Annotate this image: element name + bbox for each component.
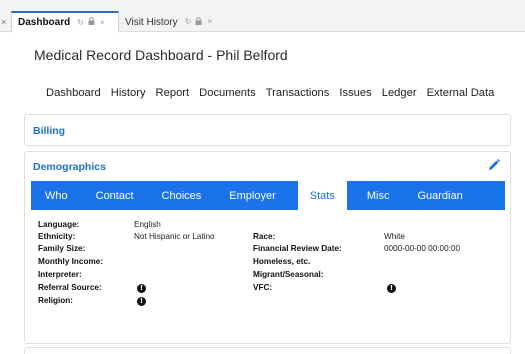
tab-dashboard[interactable]: Dashboard ↻ × [11, 11, 119, 33]
subtab-employer[interactable]: Employer [223, 181, 281, 210]
pencil-icon[interactable] [487, 158, 501, 172]
billing-card: Billing [24, 114, 511, 146]
subtab-misc[interactable]: Misc [361, 181, 396, 210]
subtab-stats[interactable]: Stats [297, 181, 347, 210]
demographics-card: Demographics Who Contact Choices Employe… [24, 151, 511, 344]
field-label-family-size: Family Size: [38, 244, 86, 253]
field-value-language: English [134, 220, 161, 229]
menu-issues[interactable]: Issues [339, 87, 371, 99]
info-icon[interactable]: ! [137, 284, 146, 293]
refresh-icon[interactable]: ↻ [77, 18, 84, 28]
page-title: Medical Record Dashboard - Phil Belford [34, 47, 288, 63]
lock-icon[interactable] [88, 17, 95, 28]
close-icon[interactable]: × [207, 17, 212, 27]
subtab-contact[interactable]: Contact [90, 181, 140, 210]
field-label-referral-source: Referral Source: [38, 283, 102, 292]
info-icon[interactable]: ! [137, 297, 146, 306]
demographics-subnav: Who Contact Choices Employer Stats Misc … [31, 181, 505, 210]
field-label-financial-review-date: Financial Review Date: [253, 244, 342, 253]
tab-strip: × Dashboard ↻ × Visit History ↻ × [0, 0, 525, 33]
record-menu: Dashboard History Report Documents Trans… [46, 87, 494, 99]
close-icon[interactable]: × [1, 17, 6, 27]
field-label-monthly-income: Monthly Income: [38, 257, 104, 266]
field-label-ethnicity: Ethnicity: [38, 232, 76, 241]
next-card [24, 347, 511, 354]
field-label-vfc: VFC: [253, 283, 273, 292]
subtab-guardian[interactable]: Guardian [411, 181, 468, 210]
close-icon[interactable]: × [100, 18, 105, 28]
tab-visit-history[interactable]: Visit History ↻ × [119, 11, 223, 33]
subtab-choices[interactable]: Choices [156, 181, 208, 210]
menu-transactions[interactable]: Transactions [266, 87, 330, 99]
menu-report[interactable]: Report [156, 87, 190, 99]
field-value-ethnicity: Not Hispanic or Latino [134, 232, 215, 241]
field-label-religion: Religion: [38, 296, 74, 305]
field-label-language: Language: [38, 220, 80, 229]
field-value-financial-review-date: 0000-00-00 00:00:00 [384, 244, 461, 253]
field-label-migrant-seasonal: Migrant/Seasonal: [253, 270, 324, 279]
subtab-who[interactable]: Who [39, 181, 74, 210]
menu-documents[interactable]: Documents [199, 87, 256, 99]
menu-history[interactable]: History [111, 87, 146, 99]
field-label-interpreter: Interpreter: [38, 270, 82, 279]
lock-icon[interactable] [195, 16, 202, 28]
menu-external-data[interactable]: External Data [427, 87, 495, 99]
billing-heading[interactable]: Billing [33, 125, 65, 137]
info-icon[interactable]: ! [387, 284, 396, 293]
refresh-icon[interactable]: ↻ [185, 17, 192, 27]
field-label-race: Race: [253, 232, 276, 241]
demographics-heading[interactable]: Demographics [33, 161, 106, 173]
menu-dashboard[interactable]: Dashboard [46, 87, 101, 99]
tab-label: Visit History [125, 16, 178, 28]
menu-ledger[interactable]: Ledger [382, 87, 417, 99]
tab-label: Dashboard [18, 17, 71, 28]
field-value-race: White [384, 232, 405, 241]
field-label-homeless: Homeless, etc. [253, 257, 311, 266]
